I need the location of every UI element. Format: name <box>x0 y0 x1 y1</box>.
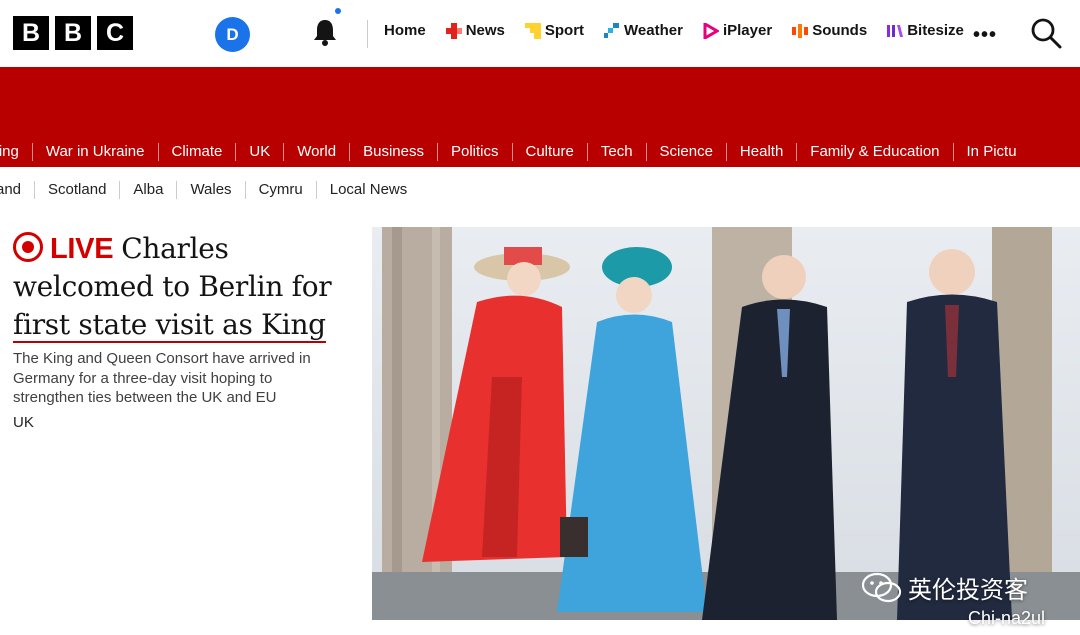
nav-label: Sounds <box>812 22 868 39</box>
headline-text: welcomed to Berlin for <box>13 270 332 303</box>
nav-label: iPlayer <box>722 22 773 39</box>
weather-icon <box>604 22 620 38</box>
story-photo[interactable] <box>372 227 1080 620</box>
wechat-icon <box>862 572 902 602</box>
region-link[interactable]: Wales <box>177 181 246 199</box>
nav-bitesize[interactable]: Bitesize <box>887 22 964 39</box>
notifications-bell-icon[interactable] <box>311 17 339 47</box>
logo-letter: C <box>97 16 133 50</box>
section-link[interactable]: Science <box>647 143 727 161</box>
section-link[interactable]: Family & Education <box>797 143 954 161</box>
headline-text: Charles <box>121 232 229 265</box>
watermark: 英伦投资客 <box>862 570 1028 605</box>
section-nav: iving War in Ukraine Climate UK World Bu… <box>0 141 1080 163</box>
logo-letter: B <box>13 16 49 50</box>
section-link[interactable]: War in Ukraine <box>33 143 159 161</box>
live-indicator-icon <box>13 232 43 262</box>
more-menu-button[interactable]: ••• <box>973 24 997 47</box>
nav-home[interactable]: Home <box>384 22 426 39</box>
watermark-subtext: Chi-na2ul <box>968 608 1046 628</box>
notification-dot <box>335 8 341 14</box>
section-link[interactable]: Culture <box>513 143 588 161</box>
account-avatar[interactable]: D <box>215 17 250 52</box>
nav-label: Bitesize <box>907 22 964 39</box>
section-link[interactable]: Business <box>350 143 438 161</box>
bitesize-icon <box>887 24 904 37</box>
top-bar: B B C D Home News Sport Weather iPlayer … <box>0 0 1080 67</box>
headline-text: first state visit as King <box>13 308 326 343</box>
story-summary: The King and Queen Consort have arrived … <box>13 350 311 406</box>
logo-letter: B <box>55 16 91 50</box>
region-link[interactable]: Local News <box>317 181 421 199</box>
section-link[interactable]: Health <box>727 143 798 161</box>
section-link[interactable]: Tech <box>588 143 647 161</box>
nav-weather[interactable]: Weather <box>604 22 683 39</box>
main-nav: Home News Sport Weather iPlayer Sounds B… <box>384 22 984 39</box>
section-link[interactable]: iving <box>0 143 33 161</box>
section-link[interactable]: UK <box>236 143 285 161</box>
region-link[interactable]: Cymru <box>246 181 317 199</box>
nav-label: Weather <box>624 22 683 39</box>
section-link[interactable]: Climate <box>159 143 237 161</box>
region-link[interactable]: and <box>0 181 36 199</box>
region-link[interactable]: Scotland <box>35 181 121 199</box>
section-link[interactable]: In Pictu <box>954 143 1030 161</box>
watermark-text: 英伦投资客 <box>908 577 1028 604</box>
nav-label: News <box>465 22 505 39</box>
region-link[interactable]: Alba <box>120 181 178 199</box>
story-tag[interactable]: UK <box>13 414 34 431</box>
bbc-logo[interactable]: B B C <box>13 16 133 50</box>
sport-icon <box>524 22 541 39</box>
divider <box>367 20 368 48</box>
nav-label: Home <box>384 22 426 39</box>
sounds-icon <box>792 23 809 38</box>
nav-sport[interactable]: Sport <box>524 22 585 39</box>
section-link[interactable]: Politics <box>438 143 513 161</box>
story-headline[interactable]: LIVE Charles welcomed to Berlin for first… <box>13 228 358 344</box>
iplayer-icon <box>703 22 719 39</box>
nav-sounds[interactable]: Sounds <box>792 22 867 39</box>
nav-label: Sport <box>544 22 585 39</box>
live-label: LIVE <box>50 233 114 265</box>
nav-iplayer[interactable]: iPlayer <box>703 22 772 39</box>
news-icon <box>445 22 462 39</box>
nav-news[interactable]: News <box>445 22 505 39</box>
search-icon[interactable] <box>1030 17 1062 49</box>
regions-nav: and Scotland Alba Wales Cymru Local News <box>0 180 1080 200</box>
section-link[interactable]: World <box>284 143 351 161</box>
